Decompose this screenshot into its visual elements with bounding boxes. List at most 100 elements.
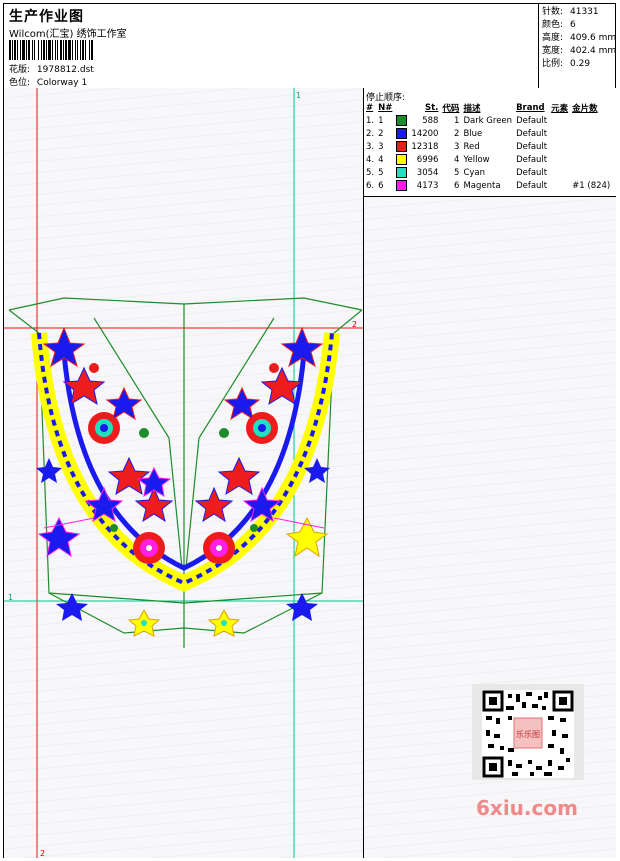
row-code: 6 bbox=[454, 180, 460, 191]
row-description: Cyan bbox=[463, 167, 485, 178]
watermark-text: 6xiu.com bbox=[476, 796, 578, 820]
row-element bbox=[549, 140, 570, 153]
row-element bbox=[549, 127, 570, 140]
row-brand: Default bbox=[516, 128, 548, 139]
row-description: Blue bbox=[463, 128, 483, 139]
row-needle: 1 bbox=[378, 115, 384, 126]
table-row: 6. 6 4173 6 Magenta Default #1 (824) bbox=[364, 179, 612, 192]
width-row: 宽度: 402.4 mm bbox=[542, 46, 617, 56]
row-description: Yellow bbox=[463, 154, 490, 165]
row-sequins bbox=[570, 140, 612, 153]
design-height: 409.6 mm bbox=[570, 33, 617, 43]
row-code: 1 bbox=[454, 115, 460, 126]
row-element bbox=[549, 114, 570, 127]
stitch-count-row: 针数: 41331 bbox=[542, 7, 599, 17]
guide-label-bottom: 2 bbox=[40, 849, 45, 858]
guide-label-right: 2 bbox=[352, 320, 357, 329]
qr-pattern: 乐乐图 bbox=[482, 690, 574, 778]
barcode bbox=[9, 40, 142, 60]
qr-caption: 乐乐图 bbox=[516, 729, 540, 739]
left-floral-cluster bbox=[36, 326, 174, 637]
row-element bbox=[549, 153, 570, 166]
row-sequins bbox=[570, 114, 612, 127]
row-index: 6. bbox=[366, 180, 375, 191]
row-element bbox=[549, 179, 570, 192]
row-needle: 5 bbox=[378, 167, 384, 178]
color-swatch bbox=[396, 154, 408, 165]
row-needle: 2 bbox=[378, 128, 384, 139]
sheet-title: 生产作业图 bbox=[9, 9, 84, 25]
qr-code: 乐乐图 bbox=[482, 690, 574, 778]
col-description: 描述 bbox=[463, 104, 481, 114]
color-swatch bbox=[396, 115, 408, 126]
table-row: 4. 4 6996 4 Yellow Default bbox=[364, 153, 612, 166]
design-scale: 0.29 bbox=[570, 59, 591, 69]
col-element: 元素 bbox=[551, 104, 569, 114]
stop-sequence-panel: 停止顺序: # N# St. 代码 描述 Brand 元素 金片数 1. 1 5… bbox=[363, 88, 616, 858]
row-sequins bbox=[570, 153, 612, 166]
row-sequins: #1 (824) bbox=[572, 180, 611, 191]
row-stitches: 14200 bbox=[411, 128, 439, 139]
stop-sequence-box: 停止顺序: # N# St. 代码 描述 Brand 元素 金片数 1. 1 5… bbox=[364, 88, 616, 197]
guide-label-left: 1 bbox=[8, 593, 13, 602]
table-row: 3. 3 12318 3 Red Default bbox=[364, 140, 612, 153]
row-code: 2 bbox=[454, 128, 460, 139]
col-stitches: St. bbox=[425, 103, 439, 113]
row-index: 3. bbox=[366, 141, 375, 152]
row-description: Magenta bbox=[463, 180, 501, 191]
colorway-name: Colorway 1 bbox=[36, 78, 88, 88]
row-needle: 6 bbox=[378, 180, 384, 191]
row-brand: Default bbox=[516, 167, 548, 178]
row-brand: Default bbox=[516, 154, 548, 165]
col-swatch bbox=[394, 102, 409, 114]
row-swatch bbox=[394, 127, 409, 140]
color-count: 6 bbox=[570, 20, 576, 30]
row-description: Dark Green bbox=[463, 115, 513, 126]
colorway-row: 色位: Colorway 1 bbox=[9, 75, 87, 88]
row-swatch bbox=[394, 153, 409, 166]
qr-code-badge: 乐乐图 bbox=[472, 684, 584, 780]
row-swatch bbox=[394, 140, 409, 153]
row-stitches: 12318 bbox=[411, 141, 439, 152]
row-stitches: 6996 bbox=[416, 154, 439, 165]
color-count-row: 颜色: 6 bbox=[542, 20, 576, 30]
row-brand: Default bbox=[516, 141, 548, 152]
embroidery-design: 1 2 1 2 bbox=[4, 88, 363, 858]
design-label: 花版: bbox=[9, 65, 31, 75]
col-index: # bbox=[366, 103, 374, 113]
row-code: 5 bbox=[454, 167, 460, 178]
row-needle: 4 bbox=[378, 154, 384, 165]
row-swatch bbox=[394, 179, 409, 192]
row-stitches: 3054 bbox=[416, 167, 439, 178]
row-index: 1. bbox=[366, 115, 375, 126]
row-description: Red bbox=[463, 141, 480, 152]
design-file: 1978812.dst bbox=[36, 65, 94, 75]
studio-name: Wilcom(汇宝) 绣饰工作室 bbox=[9, 29, 127, 40]
guide-label-top: 1 bbox=[296, 91, 301, 100]
color-swatch bbox=[396, 180, 408, 191]
color-swatch bbox=[396, 167, 408, 178]
row-sequins bbox=[570, 166, 612, 179]
col-sequins: 金片数 bbox=[572, 104, 598, 114]
design-stats: 针数: 41331 颜色: 6 高度: 409.6 mm 宽度: 402.4 mm 比例… bbox=[542, 6, 616, 71]
colorway-label: 色位: bbox=[9, 78, 31, 88]
table-row: 2. 2 14200 2 Blue Default bbox=[364, 127, 612, 140]
row-index: 2. bbox=[366, 128, 375, 139]
table-header-row: # N# St. 代码 描述 Brand 元素 金片数 bbox=[364, 102, 612, 114]
color-swatch bbox=[396, 128, 408, 139]
color-swatch bbox=[396, 141, 408, 152]
production-worksheet: 生产作业图 Wilcom(汇宝) 绣饰工作室 花版: 1978812.dst 色… bbox=[3, 3, 616, 858]
row-brand: Default bbox=[516, 115, 548, 126]
row-sequins bbox=[570, 127, 612, 140]
table-row: 5. 5 3054 5 Cyan Default bbox=[364, 166, 612, 179]
design-file-row: 花版: 1978812.dst bbox=[9, 62, 94, 75]
height-row: 高度: 409.6 mm bbox=[542, 33, 617, 43]
row-code: 3 bbox=[454, 141, 460, 152]
stitch-count: 41331 bbox=[570, 7, 599, 17]
scale-row: 比例: 0.29 bbox=[542, 59, 591, 69]
row-stitches: 4173 bbox=[416, 180, 439, 191]
right-floral-cluster bbox=[194, 326, 330, 637]
stop-sequence-table: # N# St. 代码 描述 Brand 元素 金片数 1. 1 588 1 Dark … bbox=[364, 102, 612, 192]
row-element bbox=[549, 166, 570, 179]
design-width: 402.4 mm bbox=[570, 46, 617, 56]
